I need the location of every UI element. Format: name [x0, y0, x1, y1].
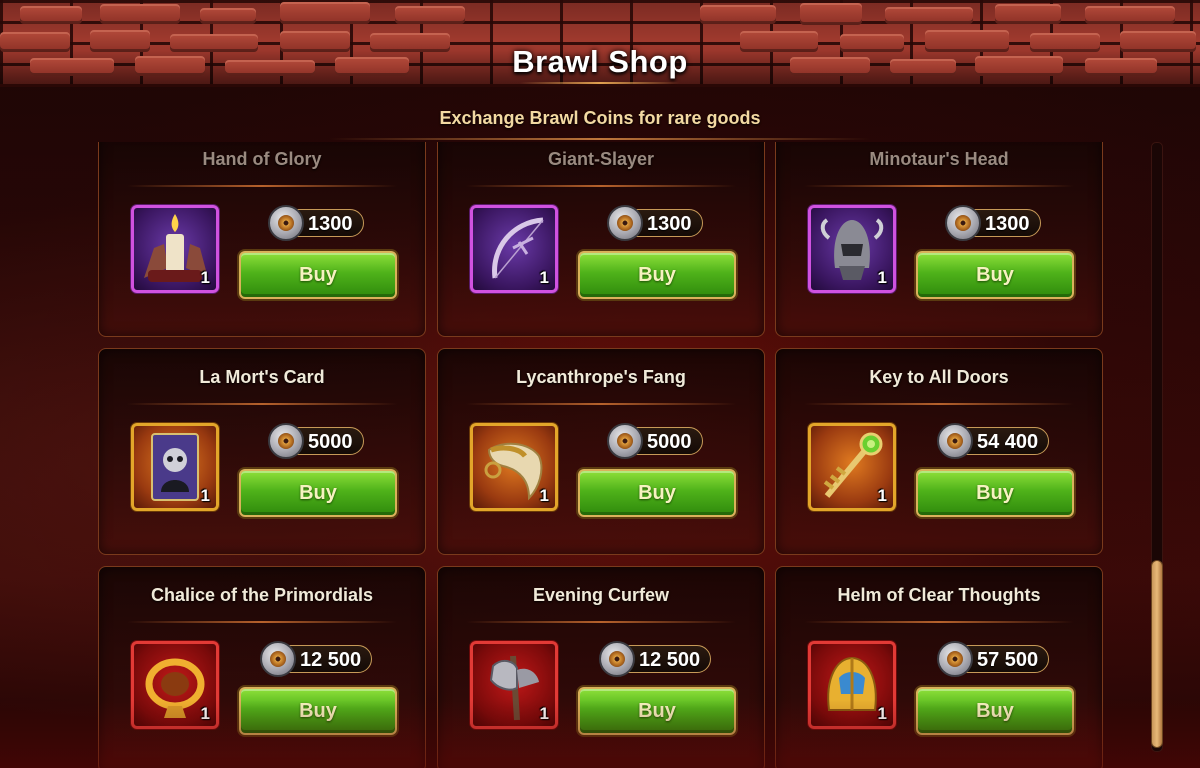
price-value: 5000: [308, 431, 353, 453]
brawl-coin-icon: [607, 205, 643, 241]
buy-button[interactable]: Buy: [239, 251, 397, 299]
price-value: 5000: [647, 431, 692, 453]
subtitle-divider: [330, 138, 870, 140]
item-quantity: 1: [200, 704, 210, 723]
price-tag: 5000: [268, 423, 364, 459]
item-slot[interactable]: 1: [808, 205, 896, 293]
card-divider: [127, 185, 397, 187]
shop-card: Chalice of the Primordials 1 12 500 Buy: [98, 566, 426, 768]
item-slot[interactable]: 1: [470, 423, 558, 511]
shop-card: Helm of Clear Thoughts 1 57 500 Buy: [775, 566, 1103, 768]
page-title: Brawl Shop: [512, 44, 688, 79]
item-slot[interactable]: 1: [470, 205, 558, 293]
price-value: 12 500: [639, 649, 701, 671]
shop-card: Lycanthrope's Fang 1 5000 Buy: [437, 348, 765, 555]
item-quantity: 1: [200, 486, 210, 505]
price-value: 1300: [985, 213, 1030, 235]
price-value: 54 400: [977, 431, 1039, 453]
item-name: Hand of Glory: [202, 149, 322, 169]
card-divider: [804, 621, 1074, 623]
item-name: Key to All Doors: [869, 367, 1009, 387]
item-name: Evening Curfew: [532, 585, 670, 605]
price-value: 12 500: [300, 649, 362, 671]
brawl-coin-icon: [937, 423, 973, 459]
shop-card: Giant-Slayer 1 1300 Buy: [437, 142, 765, 337]
card-divider: [804, 403, 1074, 405]
price-tag: 1300: [945, 205, 1041, 241]
buy-button[interactable]: Buy: [239, 687, 397, 735]
shop-card: Minotaur's Head 1 1300 Buy: [775, 142, 1103, 337]
card-divider: [127, 403, 397, 405]
item-quantity: 1: [539, 268, 549, 287]
shop-card: Hand of Glory 1 1300 Buy: [98, 142, 426, 337]
item-quantity: 1: [539, 486, 549, 505]
item-slot[interactable]: 1: [808, 423, 896, 511]
item-quantity: 1: [877, 268, 887, 287]
buy-button[interactable]: Buy: [578, 687, 736, 735]
shop-card: La Mort's Card 1 5000 Buy: [98, 348, 426, 555]
item-slot[interactable]: 1: [131, 641, 219, 729]
item-name: Giant-Slayer: [547, 149, 655, 169]
brawl-coin-icon: [260, 641, 296, 677]
item-quantity: 1: [877, 704, 887, 723]
brawl-coin-icon: [945, 205, 981, 241]
item-quantity: 1: [200, 268, 210, 287]
item-slot[interactable]: 1: [808, 641, 896, 729]
price-tag: 12 500: [260, 641, 373, 677]
buy-button[interactable]: Buy: [916, 251, 1074, 299]
buy-button[interactable]: Buy: [916, 687, 1074, 735]
brawl-coin-icon: [607, 423, 643, 459]
buy-button[interactable]: Buy: [578, 251, 736, 299]
price-tag: 1300: [268, 205, 364, 241]
scrollbar-thumb[interactable]: [1151, 560, 1163, 748]
brawl-coin-icon: [268, 205, 304, 241]
card-divider: [466, 403, 736, 405]
price-value: 1300: [308, 213, 353, 235]
buy-button[interactable]: Buy: [916, 469, 1074, 517]
price-tag: 1300: [607, 205, 703, 241]
card-divider: [127, 621, 397, 623]
item-slot[interactable]: 1: [470, 641, 558, 729]
price-tag: 12 500: [599, 641, 712, 677]
item-name: Lycanthrope's Fang: [516, 367, 686, 387]
brawl-coin-icon: [937, 641, 973, 677]
price-tag: 57 500: [937, 641, 1050, 677]
price-tag: 5000: [607, 423, 703, 459]
price-value: 57 500: [977, 649, 1039, 671]
item-slot[interactable]: 1: [131, 423, 219, 511]
item-name: La Mort's Card: [199, 367, 325, 387]
brawl-coin-icon: [599, 641, 635, 677]
card-divider: [466, 621, 736, 623]
shop-grid: Hand of Glory 1 1300 Buy Giant-Slayer 1 …: [98, 142, 1132, 768]
item-name: Chalice of the Primordials: [150, 585, 374, 605]
card-divider: [466, 185, 736, 187]
item-slot[interactable]: 1: [131, 205, 219, 293]
shop-card: Key to All Doors 1 54 400 Buy: [775, 348, 1103, 555]
brawl-coin-icon: [268, 423, 304, 459]
price-tag: 54 400: [937, 423, 1050, 459]
buy-button[interactable]: Buy: [239, 469, 397, 517]
price-value: 1300: [647, 213, 692, 235]
buy-button[interactable]: Buy: [578, 469, 736, 517]
item-quantity: 1: [539, 704, 549, 723]
shop-card: Evening Curfew 1 12 500 Buy: [437, 566, 765, 768]
item-name: Minotaur's Head: [869, 149, 1009, 169]
item-name: Helm of Clear Thoughts: [837, 585, 1041, 605]
page-subtitle: Exchange Brawl Coins for rare goods: [439, 108, 761, 128]
card-divider: [804, 185, 1074, 187]
item-quantity: 1: [877, 486, 887, 505]
title-divider: [520, 82, 680, 84]
